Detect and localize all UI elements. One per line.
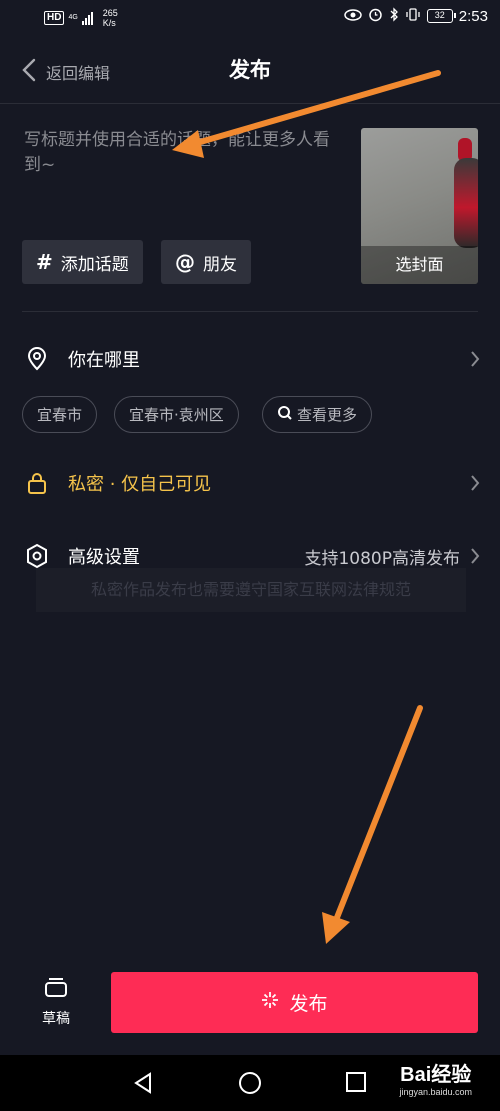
status-right: 32 2:53 [344, 7, 488, 25]
select-cover-label: 选封面 [361, 246, 478, 284]
network-speed: 265 K/s [103, 8, 118, 28]
location-chip[interactable]: 宜春市·袁州区 [114, 396, 239, 433]
header: 返回编辑 发布 [0, 36, 500, 104]
eye-icon [344, 8, 362, 24]
location-chip-label: 宜春市 [37, 406, 83, 424]
status-left: HD 4G 265 K/s [44, 8, 118, 28]
more-locations-chip[interactable]: 查看更多 [262, 396, 373, 433]
alarm-icon [368, 7, 383, 25]
mention-friend-label: 朋友 [203, 254, 237, 275]
network-type: 4G [68, 14, 78, 21]
search-icon [277, 405, 293, 425]
add-topic-label: 添加话题 [60, 254, 129, 275]
vibrate-icon [405, 7, 421, 25]
location-row[interactable]: 你在哪里 [24, 344, 480, 374]
baidu-url: jingyan.baidu.com [399, 1087, 472, 1097]
privacy-row[interactable]: 私密 · 仅自己可见 [24, 468, 480, 498]
caption-input[interactable]: 写标题并使用合适的话题，能让更多人看到~ [24, 128, 344, 178]
at-icon: @ [175, 250, 195, 274]
network-speed-unit: K/s [102, 18, 116, 28]
advanced-settings-value: 支持1080P高清发布 [304, 548, 460, 569]
bluetooth-icon [389, 7, 399, 25]
publish-label: 发布 [289, 993, 328, 1015]
chevron-right-icon [470, 474, 480, 496]
cover-image-shoe [454, 158, 478, 248]
chevron-right-icon [470, 547, 480, 569]
add-topic-button[interactable]: # 添加话题 [22, 240, 143, 284]
baidu-logo: Bai经验 [400, 1064, 472, 1086]
privacy-label: 私密 · 仅自己可见 [68, 474, 212, 495]
page-title: 发布 [229, 58, 271, 82]
annotation-arrow-bottom [322, 705, 423, 944]
nav-home-icon[interactable] [238, 1071, 262, 1099]
nav-back-icon[interactable] [132, 1071, 154, 1099]
sparkle-icon [261, 991, 279, 1014]
nav-recents-icon[interactable] [345, 1071, 367, 1097]
signal-icon [81, 11, 93, 25]
more-locations-label: 查看更多 [297, 406, 358, 424]
battery-icon: 32 [426, 9, 456, 23]
hashtag-icon: # [36, 250, 53, 274]
advanced-settings-row[interactable]: 高级设置 支持1080P高清发布 [24, 541, 480, 571]
location-pin-icon [24, 347, 50, 371]
network-speed-value: 265 [102, 8, 118, 18]
publish-button[interactable]: 发布 [111, 972, 478, 1033]
divider [22, 311, 478, 312]
settings-hexagon-icon [24, 543, 50, 569]
draft-button[interactable]: 草稿 [30, 976, 82, 1032]
cover-thumbnail[interactable]: 选封面 [361, 128, 478, 284]
mention-friend-button[interactable]: @ 朋友 [161, 240, 251, 284]
lock-icon [24, 471, 50, 495]
hd-badge: HD [44, 11, 65, 25]
chevron-right-icon [470, 350, 480, 372]
privacy-notice: 私密作品发布也需要遵守国家互联网法律规范 [36, 568, 466, 612]
location-chip-label: 宜春市·袁州区 [129, 406, 224, 424]
status-bar: HD 4G 265 K/s 32 2:53 [0, 0, 500, 36]
clock: 2:53 [458, 7, 488, 25]
location-chip[interactable]: 宜春市 [22, 396, 98, 433]
advanced-settings-label: 高级设置 [68, 547, 140, 568]
location-label: 你在哪里 [68, 350, 140, 371]
draft-box-icon [43, 978, 69, 1002]
draft-label: 草稿 [42, 1011, 70, 1027]
baidu-watermark: Bai经验 jingyan.baidu.com [399, 1058, 472, 1097]
